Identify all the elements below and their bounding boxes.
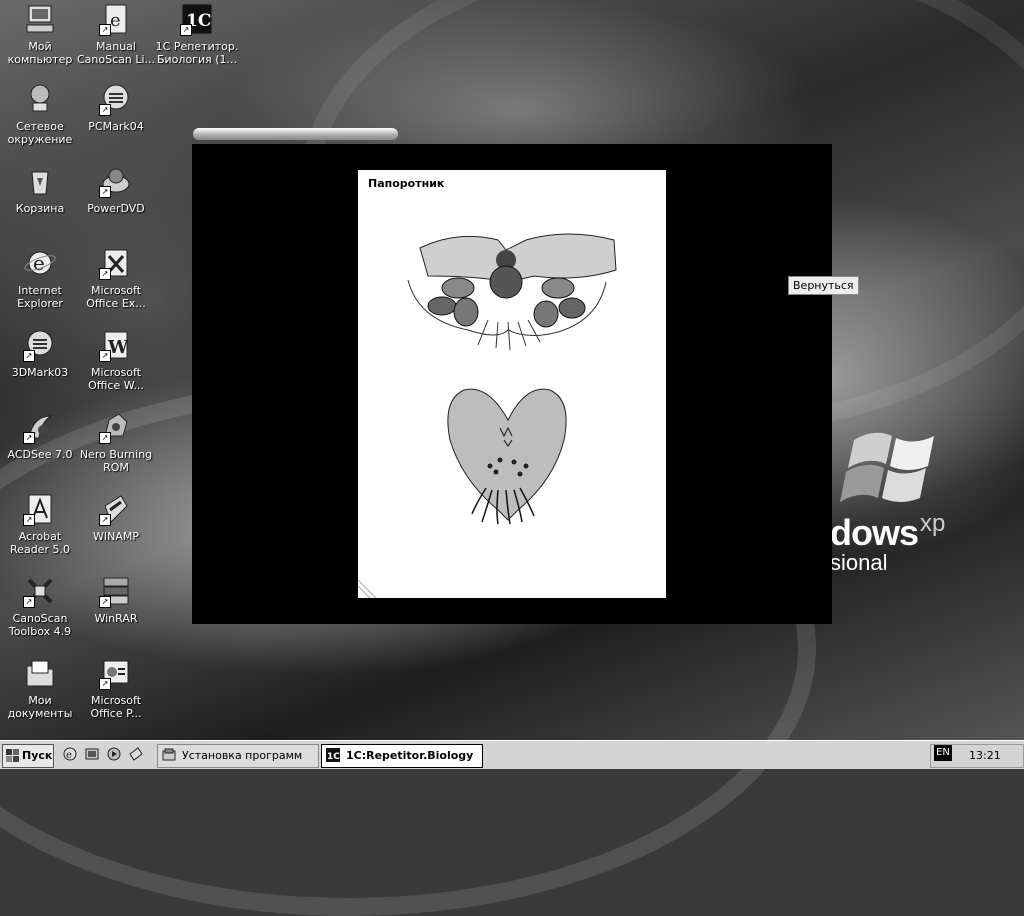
windows-xp-logo: dows xp sional [820,420,1020,580]
desktop-icon-winamp[interactable]: ↗ WINAMP [76,492,156,568]
1c-app-icon: 1C [326,748,340,762]
internet-explorer-icon: e [24,251,56,275]
my-computer-icon [26,5,54,33]
recycle-bin-icon [31,171,49,195]
shortcut-arrow-icon: ↗ [23,350,35,362]
desktop-icon-label: 3DMark03 [11,366,69,379]
shortcut-arrow-icon: ↗ [99,678,111,690]
desktop-icon-label: CanoScan Toolbox 4.9 [8,612,72,638]
desktop-icon-label: ACDSee 7.0 [7,448,73,461]
windows-flag-icon [6,749,19,762]
taskbar: Пуск e Установка программ 1C 1C:Repetito… [0,740,1024,769]
shortcut-arrow-icon: ↗ [99,432,111,444]
my-documents-icon [26,660,54,687]
desktop-icon-label: Сетевое окружение [7,120,73,146]
desktop-icon-1c-biology[interactable]: 1C ↗ 1С Репетитор. Биология (1... [155,2,239,78]
shortcut-arrow-icon: ↗ [99,514,111,526]
quicklaunch-winamp-icon[interactable] [128,746,144,762]
desktop-icon-label: Manual CanoScan Li... [76,40,156,66]
desktop-icon-internet-explorer[interactable]: e Internet Explorer [0,246,80,322]
shortcut-arrow-icon: ↗ [99,268,111,280]
language-indicator[interactable]: EN [934,745,952,761]
fern-cross-section-illustration [358,233,617,598]
taskbar-item-1c-repetitor-biology[interactable]: 1C 1C:Repetitor.Biology [321,744,483,768]
desktop-icon-label: Корзина [15,202,65,215]
shortcut-arrow-icon: ↗ [99,186,111,198]
start-label: Пуск [22,749,53,762]
desktop-icon-winrar[interactable]: ↗ WinRAR [76,574,156,650]
desktop-icon-label: Nero Burning ROM [79,448,153,474]
clock[interactable]: 13:21 [969,749,1001,762]
desktop-icon-network[interactable]: Сетевое окружение [0,82,80,158]
desktop-icon-nero[interactable]: ↗ Nero Burning ROM [76,410,156,486]
shortcut-arrow-icon: ↗ [23,596,35,608]
wallpaper-brand-text: dows [830,512,919,553]
quicklaunch-ie-icon[interactable]: e [62,746,78,762]
desktop-icon-3dmark[interactable]: ↗ 3DMark03 [0,328,80,404]
desktop-icon-word[interactable]: W ↗ Microsoft Office W... [76,328,156,404]
svg-text:1C: 1C [327,752,340,762]
desktop-icon-powerdvd[interactable]: ↗ PowerDVD [76,164,156,240]
taskbar-item-label: 1C:Repetitor.Biology [346,749,474,762]
desktop-icon-my-documents[interactable]: Мои документы [0,656,80,732]
desktop-icon-recycle-bin[interactable]: Корзина [0,164,80,240]
installer-icon [162,748,176,761]
shortcut-arrow-icon: ↗ [23,432,35,444]
shortcut-arrow-icon: ↗ [99,104,111,116]
quicklaunch-media-player-icon[interactable] [106,746,122,762]
desktop-icon-label: Мой компьютер [7,40,73,66]
taskbar-item-label: Установка программ [182,749,303,762]
desktop-icon-label: Acrobat Reader 5.0 [10,530,70,556]
desktop-icon-label: Internet Explorer [17,284,63,310]
shortcut-arrow-icon: ↗ [23,514,35,526]
wallpaper-brand-xp: xp [920,510,946,537]
loading-progress-bar [193,128,398,140]
shortcut-arrow-icon: ↗ [99,596,111,608]
desktop-icon-label: PCMark04 [88,120,144,133]
desktop-icon-canoscan[interactable]: ↗ CanoScan Toolbox 4.9 [0,574,80,650]
network-icon [30,84,50,112]
wallpaper-brand-edition: sional [830,550,888,575]
desktop-icon-manual-canoscan[interactable]: e ↗ Manual CanoScan Li... [76,2,156,78]
illustration-card: Папоротник [358,170,666,598]
desktop-icon-pcmark04[interactable]: ↗ PCMark04 [76,82,156,158]
desktop-icon-grid: Мой компьютер Сетевое окружение Корзина … [0,0,238,740]
desktop-icon-label: Microsoft Office W... [88,366,144,392]
desktop-icon-label: PowerDVD [87,202,145,215]
svg-text:e: e [66,750,72,761]
quicklaunch-desktop-icon[interactable] [84,746,100,762]
desktop-icon-excel[interactable]: ↗ Microsoft Office Ex... [76,246,156,322]
shortcut-arrow-icon: ↗ [99,24,111,36]
desktop-icon-label: Microsoft Office P... [90,694,142,720]
desktop-icon-acrobat[interactable]: ↗ Acrobat Reader 5.0 [0,492,80,568]
taskbar-item-install-programs[interactable]: Установка программ [157,744,319,768]
desktop-icon-label: 1С Репетитор. Биология (1... [155,40,239,66]
back-button[interactable]: Вернуться [788,276,859,295]
desktop-icon-label: WinRAR [94,612,138,625]
desktop-icon-label: WINAMP [93,530,139,543]
desktop-icon-my-computer[interactable]: Мой компьютер [0,2,80,78]
desktop-icon-label: Мои документы [7,694,73,720]
svg-text:e: e [33,251,45,275]
desktop-icon-label: Microsoft Office Ex... [86,284,146,310]
svg-text:e: e [110,10,121,31]
start-button[interactable]: Пуск [2,744,54,768]
shortcut-arrow-icon: ↗ [180,24,192,36]
shortcut-arrow-icon: ↗ [99,350,111,362]
desktop-icon-powerpoint[interactable]: ↗ Microsoft Office P... [76,656,156,732]
desktop-icon-acdsee[interactable]: ↗ ACDSee 7.0 [0,410,80,486]
